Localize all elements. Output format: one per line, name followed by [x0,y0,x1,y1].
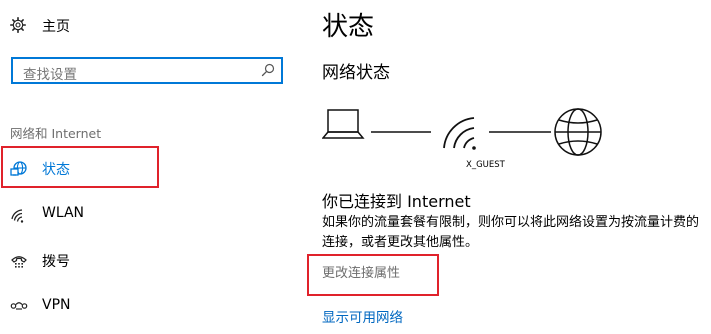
search-icon[interactable] [261,63,275,77]
section-title: 网络状态 [322,63,390,83]
show-available-networks-link[interactable]: 显示可用网络 [322,306,403,326]
connection-status-description: 如果你的流量套餐有限制，则你可以将此网络设置为按流量计费的连接，或者更改其他属性… [322,215,700,250]
sidebar-item-label: 状态 [42,162,70,178]
sidebar-item-dialup[interactable]: 拨号 [0,244,290,278]
vpn-icon [10,298,28,316]
page-title: 状态 [322,12,375,42]
connection-status-heading: 你已连接到 Internet [322,192,471,211]
laptop-icon [322,109,365,139]
dialup-phone-icon [10,252,28,270]
network-name: X_GUEST [466,160,505,170]
sidebar-item-status[interactable]: 状态 [0,152,290,186]
home-label: 主页 [42,19,70,35]
sidebar-item-vpn[interactable]: VPN [0,290,290,324]
change-connection-properties-link[interactable]: 更改连接属性 [322,262,400,281]
sidebar-item-wlan[interactable]: WLAN [0,198,290,232]
group-heading: 网络和 Internet [10,126,102,141]
sidebar-item-label: 拨号 [42,254,70,270]
main-content: 状态 网络状态 X_GUEST 你已连接到 Internet 如果你的流量套餐有… [296,0,711,334]
wifi-signal-icon [443,117,475,149]
home-nav-item[interactable]: 主页 [10,13,70,37]
gear-icon [10,17,26,33]
globe-icon [554,108,602,156]
sidebar: 主页 查找设置 网络和 Internet 状态 WLAN 拨号 VPN [0,0,296,334]
sidebar-item-label: WLAN [42,205,85,221]
ethernet-globe-icon [10,160,28,178]
network-diagram: X_GUEST [322,104,612,170]
wifi-icon [10,206,28,224]
sidebar-item-label: VPN [42,297,71,313]
search-input[interactable]: 查找设置 [11,57,283,84]
search-placeholder: 查找设置 [23,67,77,83]
